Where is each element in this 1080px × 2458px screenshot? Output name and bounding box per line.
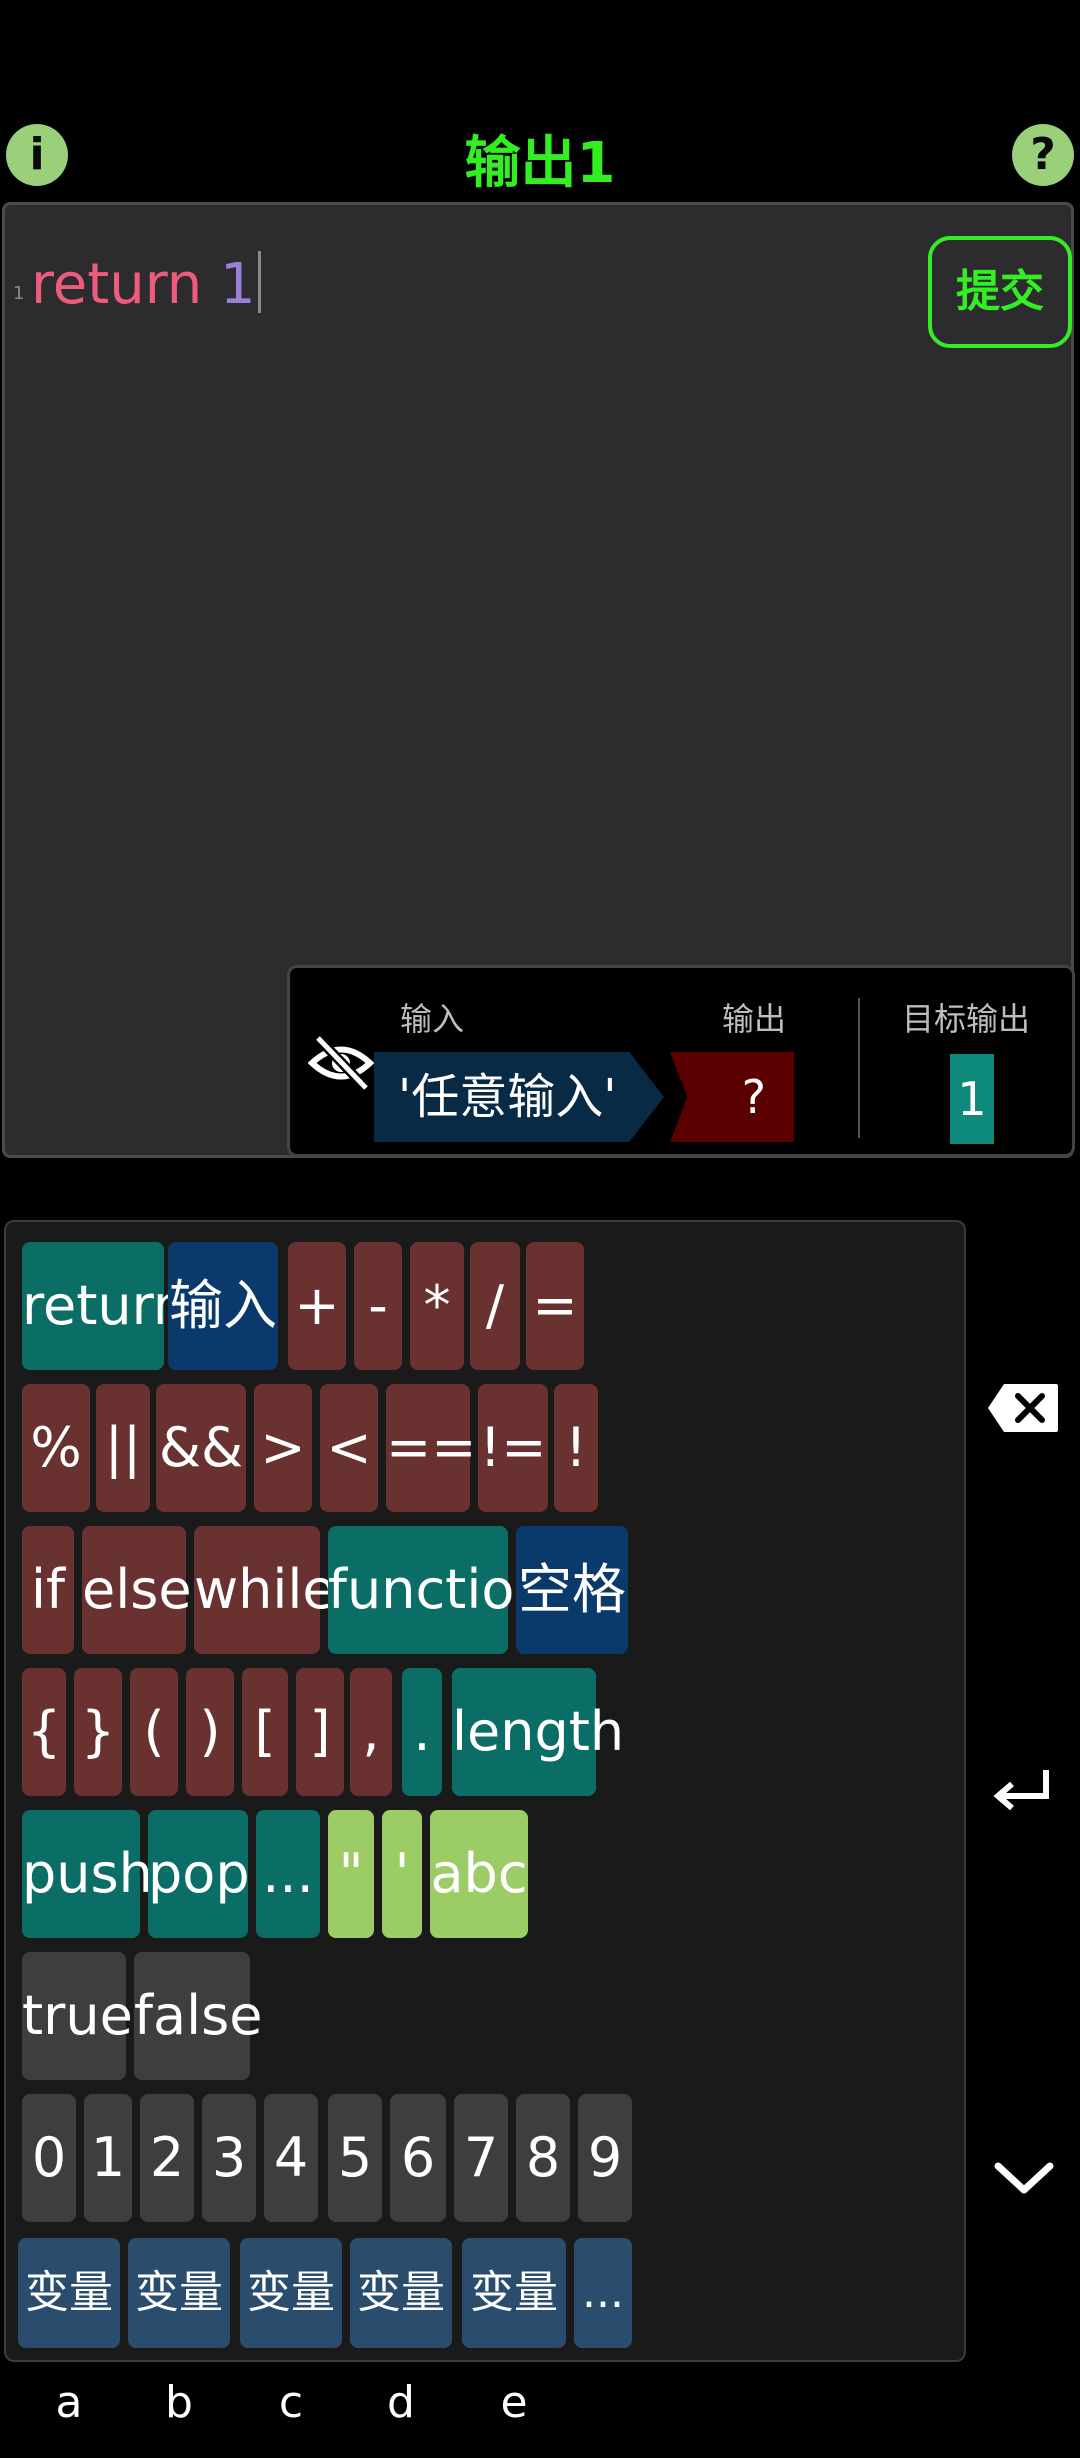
output-value: ? [670,1052,794,1142]
key-minus[interactable]: - [354,1242,402,1370]
text-caret [257,251,261,313]
key-percent[interactable]: % [22,1384,90,1512]
key-false[interactable]: false [134,1952,262,2080]
key-equals[interactable]: = [526,1242,584,1370]
code-keyboard: return 输入 + - * / = % || && > < == != ! … [4,1220,966,2428]
key-left-brace[interactable]: { [22,1668,66,1796]
key-variable-e[interactable]: 变量e [462,2238,566,2428]
submit-button[interactable]: 提交 [928,236,1072,348]
key-not[interactable]: ! [554,1384,598,1512]
key-spread[interactable]: ... [256,1810,320,1938]
key-pop[interactable]: pop [148,1810,250,1938]
key-digit-6[interactable]: 6 [390,2094,446,2222]
key-if[interactable]: if [22,1526,74,1654]
help-icon[interactable]: ? [1012,124,1074,186]
key-digit-3[interactable]: 3 [202,2094,256,2222]
key-digit-8[interactable]: 8 [516,2094,570,2222]
backspace-icon[interactable] [986,1382,1060,1434]
key-and[interactable]: && [156,1384,246,1512]
code-number: 1 [220,252,256,317]
key-push[interactable]: push [22,1810,153,1938]
key-divide[interactable]: / [470,1242,520,1370]
key-input[interactable]: 输入 [168,1242,278,1370]
chevron-down-icon[interactable] [992,2158,1056,2198]
key-true[interactable]: true [22,1952,133,2080]
code-editor[interactable]: 1 return 1 输入 输出 目标输出 '任意输入' ? 1 [2,202,1075,1158]
key-or[interactable]: || [96,1384,150,1512]
input-label: 输入 [400,1000,465,1038]
input-value: '任意输入' [374,1052,664,1142]
key-space[interactable]: 空格 [516,1526,628,1654]
key-length[interactable]: length [452,1668,624,1796]
key-multiply[interactable]: * [410,1242,464,1370]
key-digit-1[interactable]: 1 [84,2094,132,2222]
key-single-quote[interactable]: ' [382,1810,422,1938]
code-keyword: return [31,252,203,317]
target-output-label: 目标输出 [902,1000,1031,1038]
enter-icon[interactable] [990,1764,1054,1816]
key-while[interactable]: while [194,1526,336,1654]
key-right-paren[interactable]: ) [186,1668,234,1796]
key-variable-a[interactable]: 变量a [18,2238,120,2428]
key-plus[interactable]: + [288,1242,346,1370]
key-more-variables[interactable]: ... [574,2238,632,2348]
key-abc[interactable]: abc [430,1810,528,1938]
key-equal-equal[interactable]: == [386,1384,477,1512]
key-digit-5[interactable]: 5 [328,2094,382,2222]
divider [858,998,860,1138]
key-greater[interactable]: > [254,1384,312,1512]
key-variable-b[interactable]: 变量b [128,2238,230,2428]
key-variable-d[interactable]: 变量d [350,2238,452,2428]
key-function[interactable]: function [328,1526,549,1654]
output-label: 输出 [722,1000,787,1038]
page-title: 输出1 [464,131,616,196]
key-digit-4[interactable]: 4 [264,2094,318,2222]
key-less[interactable]: < [320,1384,378,1512]
key-double-quote[interactable]: " [328,1810,374,1938]
key-left-bracket[interactable]: [ [242,1668,288,1796]
key-variable-c[interactable]: 变量c [240,2238,342,2428]
key-digit-2[interactable]: 2 [140,2094,194,2222]
code-line[interactable]: return 1 [31,251,261,318]
key-digit-0[interactable]: 0 [22,2094,76,2222]
key-return[interactable]: return [22,1242,187,1370]
key-digit-7[interactable]: 7 [454,2094,508,2222]
io-panel: 输入 输出 目标输出 '任意输入' ? 1 [287,965,1075,1157]
key-right-bracket[interactable]: ] [296,1668,344,1796]
key-dot[interactable]: . [402,1668,442,1796]
eye-hidden-icon[interactable] [308,1032,374,1094]
key-else[interactable]: else [82,1526,192,1654]
line-number: 1 [13,283,25,304]
key-digit-9[interactable]: 9 [578,2094,632,2222]
key-right-brace[interactable]: } [74,1668,122,1796]
key-comma[interactable]: , [350,1668,392,1796]
target-output-value: 1 [950,1054,994,1144]
key-not-equal[interactable]: != [478,1384,548,1512]
key-left-paren[interactable]: ( [130,1668,178,1796]
